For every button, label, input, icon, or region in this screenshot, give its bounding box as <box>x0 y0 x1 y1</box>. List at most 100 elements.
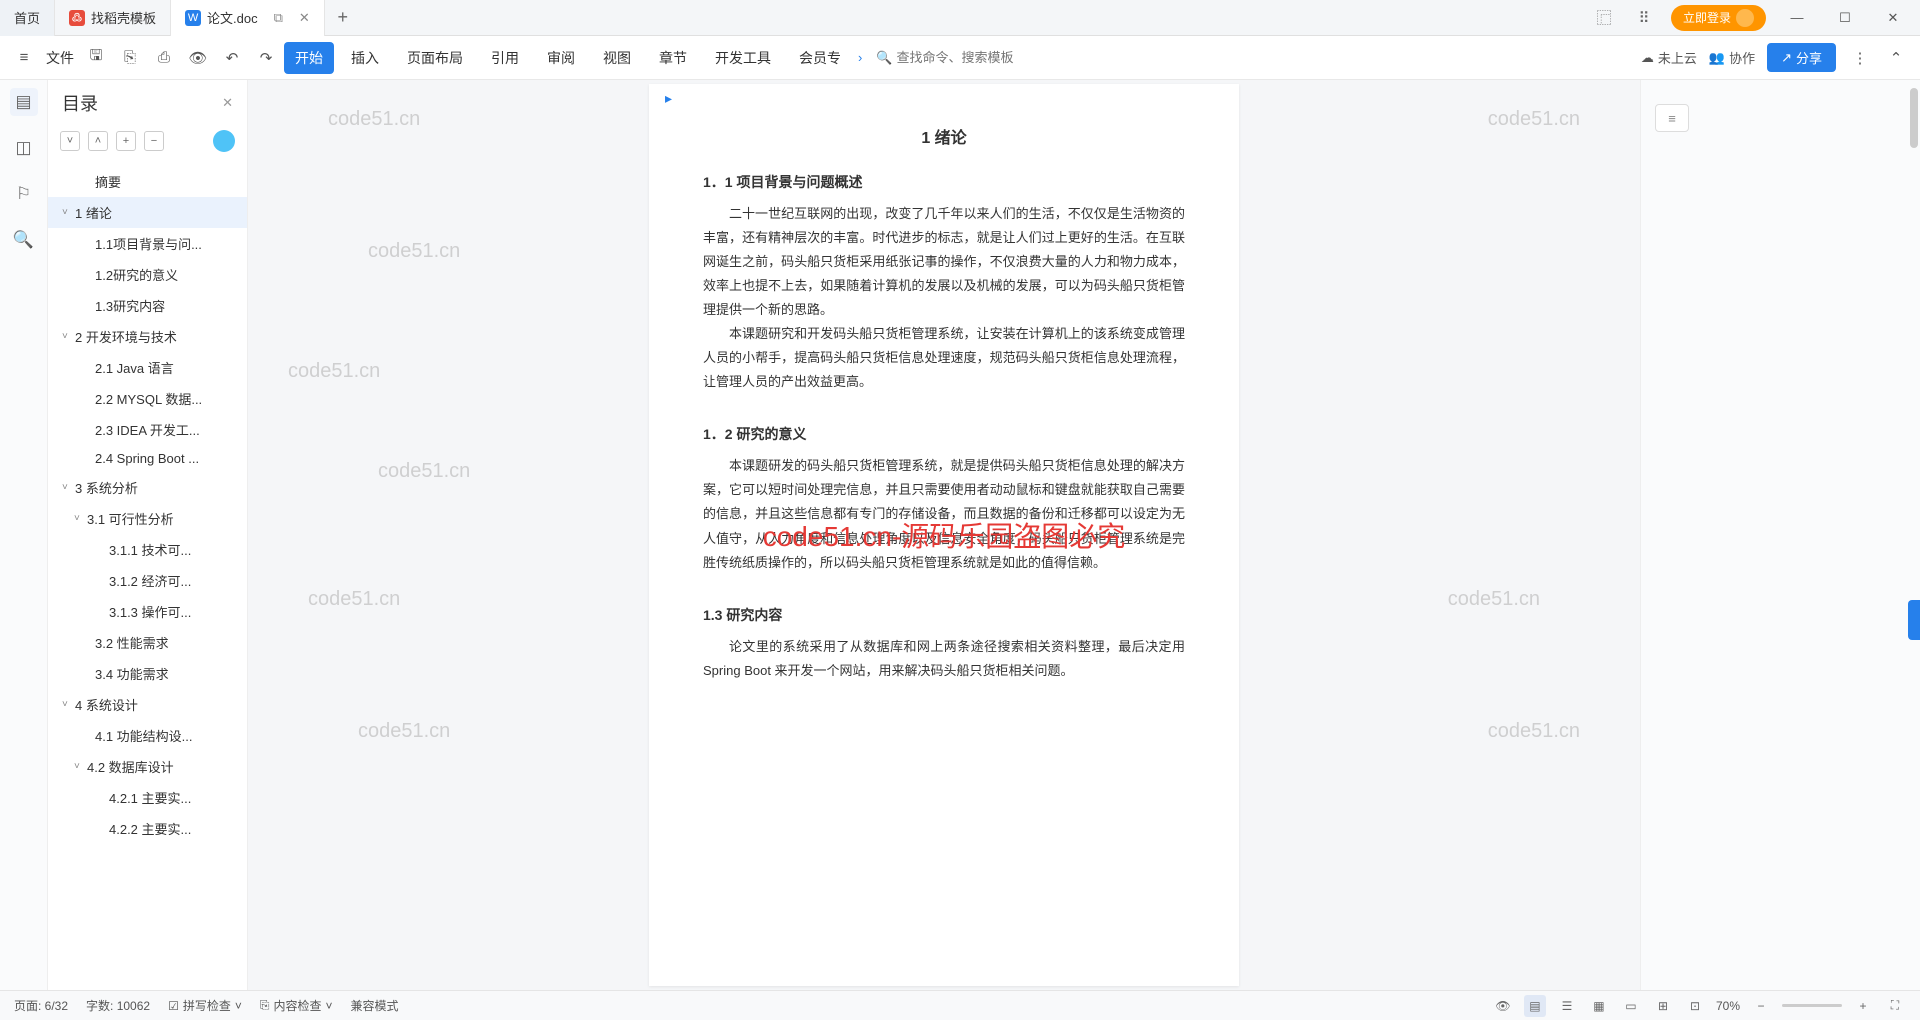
save-icon[interactable]: 🖫 <box>84 46 108 70</box>
outline-item[interactable]: 3.4 功能需求 <box>48 658 247 689</box>
outline-close-icon[interactable]: ✕ <box>222 95 233 111</box>
chevron-down-icon: ˅ <box>235 999 242 1013</box>
watermark: code51.cn <box>358 720 450 743</box>
login-button[interactable]: 立即登录 <box>1671 5 1766 31</box>
export-icon[interactable]: ⎘ <box>118 46 142 70</box>
tab-home[interactable]: 首页 <box>0 0 55 36</box>
remove-icon[interactable]: − <box>144 131 164 151</box>
document-area[interactable]: code51.cn code51.cn code51.cn code51.cn … <box>248 80 1640 990</box>
menu-view[interactable]: 视图 <box>592 42 642 74</box>
tab-templates[interactable]: ߷找稻壳模板 <box>55 0 171 36</box>
assistant-icon[interactable] <box>213 130 235 152</box>
outline-item[interactable]: ˅4.2 数据库设计 <box>48 751 247 782</box>
menu-review[interactable]: 审阅 <box>536 42 586 74</box>
preview-icon[interactable]: 👁 <box>186 46 210 70</box>
fullscreen-icon[interactable]: ⛶ <box>1884 995 1906 1017</box>
outline-item[interactable]: 4.2.2 主要实... <box>48 813 247 844</box>
spell-check[interactable]: ☑拼写检查 ˅ <box>168 997 242 1014</box>
scrollbar[interactable] <box>1910 80 1918 990</box>
outline-item[interactable]: 3.1.3 操作可... <box>48 596 247 627</box>
outline-item[interactable]: 2.3 IDEA 开发工... <box>48 414 247 445</box>
outline-item[interactable]: ˅3.1 可行性分析 <box>48 503 247 534</box>
outline-item[interactable]: 1.2研究的意义 <box>48 259 247 290</box>
side-tab-icon[interactable] <box>1908 600 1920 640</box>
watermark: code51.cn <box>308 588 400 611</box>
outline-item[interactable]: ˅4 系统设计 <box>48 689 247 720</box>
outline-item[interactable]: 2.2 MYSQL 数据... <box>48 383 247 414</box>
outline-item[interactable]: 4.1 功能结构设... <box>48 720 247 751</box>
web-view-icon[interactable]: ▦ <box>1588 995 1610 1017</box>
page-indicator[interactable]: 页面: 6/32 <box>14 997 68 1014</box>
outline-item[interactable]: 3.2 性能需求 <box>48 627 247 658</box>
outline-item[interactable]: 摘要 <box>48 166 247 197</box>
outline-icon[interactable]: ▤ <box>10 88 38 116</box>
outline-item[interactable]: 1.1项目背景与问... <box>48 228 247 259</box>
bookmark-icon[interactable]: ⚐ <box>10 180 38 208</box>
grid-icon[interactable]: ⊞ <box>1652 995 1674 1017</box>
content-check[interactable]: ⎘内容检查 ˅ <box>260 997 333 1014</box>
close-icon[interactable]: ✕ <box>299 10 310 26</box>
menu-chapter[interactable]: 章节 <box>648 42 698 74</box>
menu-insert[interactable]: 插入 <box>340 42 390 74</box>
menu-reference[interactable]: 引用 <box>480 42 530 74</box>
minimize-button[interactable]: — <box>1780 3 1814 33</box>
add-icon[interactable]: + <box>116 131 136 151</box>
expand-all-icon[interactable]: ˄ <box>88 131 108 151</box>
compat-mode[interactable]: 兼容模式 <box>351 997 399 1014</box>
word-count[interactable]: 字数: 10062 <box>86 997 150 1014</box>
zoom-in-icon[interactable]: + <box>1852 995 1874 1017</box>
page-marker-icon[interactable]: ▸ <box>665 90 672 107</box>
outline-item[interactable]: 1.3研究内容 <box>48 290 247 321</box>
redo-icon[interactable]: ↷ <box>254 46 278 70</box>
collapse-all-icon[interactable]: ˅ <box>60 131 80 151</box>
collapse-icon[interactable]: ⌃ <box>1884 46 1908 70</box>
collab-button[interactable]: 👥协作 <box>1709 48 1755 67</box>
outline-item-label: 4.1 功能结构设... <box>95 726 193 745</box>
layout-icon[interactable]: ⿸ <box>1591 5 1617 31</box>
new-tab-button[interactable]: + <box>325 7 361 28</box>
maximize-button[interactable]: ☐ <box>1828 3 1862 33</box>
close-button[interactable]: ✕ <box>1876 3 1910 33</box>
search-input[interactable] <box>897 50 1027 65</box>
outline-item[interactable]: 2.1 Java 语言 <box>48 352 247 383</box>
menu-icon[interactable]: ≡ <box>12 46 36 70</box>
box-icon[interactable]: ◫ <box>10 134 38 162</box>
undo-icon[interactable]: ↶ <box>220 46 244 70</box>
eye-icon[interactable]: 👁 <box>1492 995 1514 1017</box>
share-button[interactable]: ↗分享 <box>1767 43 1836 72</box>
zoom-fit-icon[interactable]: ⊡ <box>1684 995 1706 1017</box>
file-menu[interactable]: 文件 <box>46 48 74 68</box>
tab-document[interactable]: W论文.doc⧉✕ <box>171 0 325 36</box>
panel-toggle-icon[interactable]: ≡ <box>1655 104 1689 132</box>
more-icon[interactable]: › <box>858 50 862 65</box>
menu-devtools[interactable]: 开发工具 <box>704 42 782 74</box>
more-menu-icon[interactable]: ⋮ <box>1848 46 1872 70</box>
menu-layout[interactable]: 页面布局 <box>396 42 474 74</box>
outline-item[interactable]: ˅1 绪论 <box>48 197 247 228</box>
menu-member[interactable]: 会员专 <box>788 42 852 74</box>
zoom-out-icon[interactable]: − <box>1750 995 1772 1017</box>
zoom-slider[interactable] <box>1782 1004 1842 1007</box>
outline-item-label: 1.2研究的意义 <box>95 265 178 284</box>
tab-pop-icon[interactable]: ⧉ <box>274 10 283 26</box>
outline-item[interactable]: ˅3 系统分析 <box>48 472 247 503</box>
outline-item[interactable]: 4.2.1 主要实... <box>48 782 247 813</box>
ribbon-search[interactable]: 🔍 <box>876 50 1026 66</box>
cloud-status[interactable]: ☁未上云 <box>1641 48 1697 67</box>
read-view-icon[interactable]: ▭ <box>1620 995 1642 1017</box>
page-view-icon[interactable]: ▤ <box>1524 995 1546 1017</box>
cloud-icon: ☁ <box>1641 50 1654 66</box>
outline-item[interactable]: ˅2 开发环境与技术 <box>48 321 247 352</box>
print-icon[interactable]: ⎙ <box>152 46 176 70</box>
apps-icon[interactable]: ⠿ <box>1631 5 1657 31</box>
outline-view-icon[interactable]: ☰ <box>1556 995 1578 1017</box>
outline-item[interactable]: 3.1.2 经济可... <box>48 565 247 596</box>
outline-item-label: 3.1 可行性分析 <box>87 509 174 528</box>
heading-2: 1．1 项目背景与问题概述 <box>703 172 1185 192</box>
menu-start[interactable]: 开始 <box>284 42 334 74</box>
outline-item[interactable]: 3.1.1 技术可... <box>48 534 247 565</box>
zoom-level[interactable]: 70% <box>1716 999 1740 1013</box>
paragraph: 本课题研究和开发码头船只货柜管理系统，让安装在计算机上的该系统变成管理人员的小帮… <box>703 322 1185 394</box>
search-rail-icon[interactable]: 🔍 <box>10 226 38 254</box>
outline-item[interactable]: 2.4 Spring Boot ... <box>48 445 247 472</box>
